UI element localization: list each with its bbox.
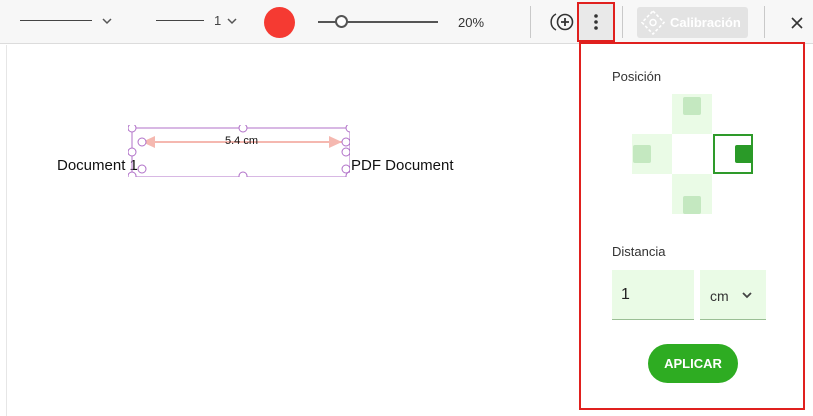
- line-width-preview: [156, 20, 204, 21]
- more-vertical-icon: [594, 14, 598, 30]
- close-button[interactable]: [786, 12, 808, 34]
- calibration-label: Calibración: [670, 15, 741, 30]
- line-width-dropdown[interactable]: 1: [156, 11, 242, 33]
- toolbar-divider: [530, 6, 531, 38]
- chevron-down-icon: [227, 18, 237, 25]
- position-grid: [632, 94, 754, 216]
- document-canvas[interactable]: Document 1 PDF Document: [6, 45, 576, 416]
- unit-select[interactable]: cm: [700, 270, 766, 320]
- document-text-left: Document 1: [57, 157, 138, 174]
- position-panel: Posición Distancia cm APLICAR: [579, 42, 805, 410]
- apply-button[interactable]: APLICAR: [648, 344, 738, 383]
- position-left[interactable]: [632, 134, 672, 174]
- opacity-slider[interactable]: [318, 12, 438, 32]
- annotation-toolbar: 1 20% Calibración: [0, 0, 813, 44]
- opacity-value: 20%: [458, 15, 485, 30]
- position-bottom[interactable]: [672, 174, 712, 214]
- position-top[interactable]: [672, 94, 712, 134]
- measurement-label: 5.4 cm: [225, 135, 259, 147]
- toolbar-divider: [622, 6, 623, 38]
- unit-value: cm: [710, 288, 729, 304]
- position-title: Posición: [612, 69, 662, 84]
- calibration-icon: [640, 9, 666, 36]
- chevron-down-icon: [102, 18, 112, 25]
- slider-thumb[interactable]: [335, 15, 348, 28]
- line-width-value: 1: [214, 13, 222, 28]
- calibration-button[interactable]: Calibración: [637, 7, 748, 38]
- add-circle-icon: [550, 13, 574, 31]
- toolbar-divider: [764, 6, 765, 38]
- add-button[interactable]: [549, 10, 577, 34]
- document-text-right: PDF Document: [351, 157, 454, 174]
- close-icon: [791, 17, 803, 29]
- position-marker: [683, 97, 701, 115]
- line-style-dropdown[interactable]: [20, 11, 116, 33]
- position-marker: [633, 145, 651, 163]
- distance-input[interactable]: [612, 270, 694, 320]
- chevron-down-icon: [742, 292, 752, 299]
- measurement-annotation[interactable]: [128, 125, 350, 177]
- position-marker: [683, 196, 701, 214]
- more-options-button[interactable]: [577, 2, 615, 42]
- color-picker-button[interactable]: [264, 7, 295, 38]
- position-center: [672, 134, 712, 174]
- position-marker: [735, 145, 753, 163]
- position-right[interactable]: [713, 134, 753, 174]
- distance-title: Distancia: [612, 244, 666, 259]
- line-style-preview: [20, 20, 92, 21]
